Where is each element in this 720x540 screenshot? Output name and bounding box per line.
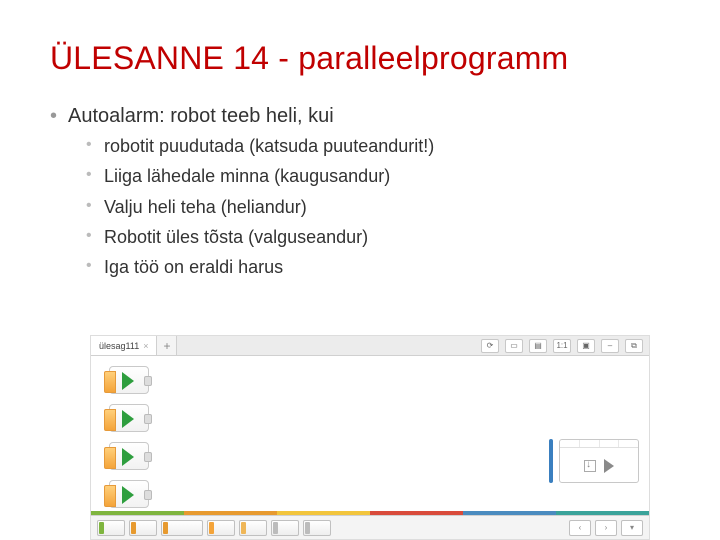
- tab-label: ülesag111: [99, 341, 139, 351]
- palette-block[interactable]: [161, 520, 203, 536]
- play-icon: [122, 448, 134, 466]
- start-block[interactable]: [109, 366, 149, 394]
- toolbar-button[interactable]: –: [601, 339, 619, 353]
- palette-block[interactable]: [97, 520, 125, 536]
- start-block[interactable]: [109, 404, 149, 432]
- sub-bullet: Liiga lähedale minna (kaugusandur): [86, 164, 680, 188]
- bullet-sublist: robotit puudutada (katsuda puuteandurit!…: [68, 134, 680, 279]
- toolbar-button[interactable]: ▣: [577, 339, 595, 353]
- divider: [549, 439, 553, 483]
- toolbar-button[interactable]: ▭: [505, 339, 523, 353]
- bullet-main: Autoalarm: robot teeb heli, kui robotit …: [50, 105, 680, 279]
- ide-screenshot: ülesag111 × + ⟳ ▭ ▤ 1:1 ▣ – ⧉: [90, 335, 650, 540]
- palette-block[interactable]: [129, 520, 157, 536]
- palette-block[interactable]: [239, 520, 267, 536]
- palette-scroll-right[interactable]: ›: [595, 520, 617, 536]
- download-panel-tabs: [560, 440, 638, 448]
- palette-block[interactable]: [271, 520, 299, 536]
- sub-bullet: Robotit üles tõsta (valguseandur): [86, 225, 680, 249]
- palette-expand[interactable]: ▾: [621, 520, 643, 536]
- bullet-main-text: Autoalarm: robot teeb heli, kui: [68, 105, 334, 127]
- toolbar-button[interactable]: ⧉: [625, 339, 643, 353]
- connector-icon: [144, 376, 152, 386]
- bullet-list: Autoalarm: robot teeb heli, kui robotit …: [50, 105, 680, 279]
- start-block[interactable]: [109, 480, 149, 508]
- start-block[interactable]: [109, 442, 149, 470]
- download-panel: [559, 439, 639, 483]
- toolbar-button[interactable]: ⟳: [481, 339, 499, 353]
- play-icon: [122, 410, 134, 428]
- close-icon[interactable]: ×: [143, 341, 148, 351]
- download-icon[interactable]: [584, 460, 596, 472]
- sub-bullet: Valju heli teha (heliandur): [86, 195, 680, 219]
- toolbar-button[interactable]: 1:1: [553, 339, 571, 353]
- palette-block[interactable]: [303, 520, 331, 536]
- slide: ÜLESANNE 14 - paralleelprogramm Autoalar…: [0, 0, 720, 540]
- program-canvas[interactable]: [91, 356, 649, 515]
- play-icon: [122, 486, 134, 504]
- add-tab-button[interactable]: +: [157, 336, 177, 355]
- block-palette: ‹ › ▾: [91, 515, 649, 539]
- palette-scroll-left[interactable]: ‹: [569, 520, 591, 536]
- toolbar-button[interactable]: ▤: [529, 339, 547, 353]
- canvas-toolbar: ⟳ ▭ ▤ 1:1 ▣ – ⧉: [481, 336, 649, 355]
- play-icon: [122, 372, 134, 390]
- palette-block[interactable]: [207, 520, 235, 536]
- connector-icon: [144, 490, 152, 500]
- slide-title: ÜLESANNE 14 - paralleelprogramm: [50, 40, 680, 77]
- sub-bullet: robotit puudutada (katsuda puuteandurit!…: [86, 134, 680, 158]
- connector-icon: [144, 452, 152, 462]
- connector-icon: [144, 414, 152, 424]
- run-icon[interactable]: [604, 459, 614, 473]
- program-tab[interactable]: ülesag111 ×: [91, 336, 157, 355]
- sub-bullet: Iga töö on eraldi harus: [86, 255, 680, 279]
- tab-strip: ülesag111 × + ⟳ ▭ ▤ 1:1 ▣ – ⧉: [91, 336, 649, 356]
